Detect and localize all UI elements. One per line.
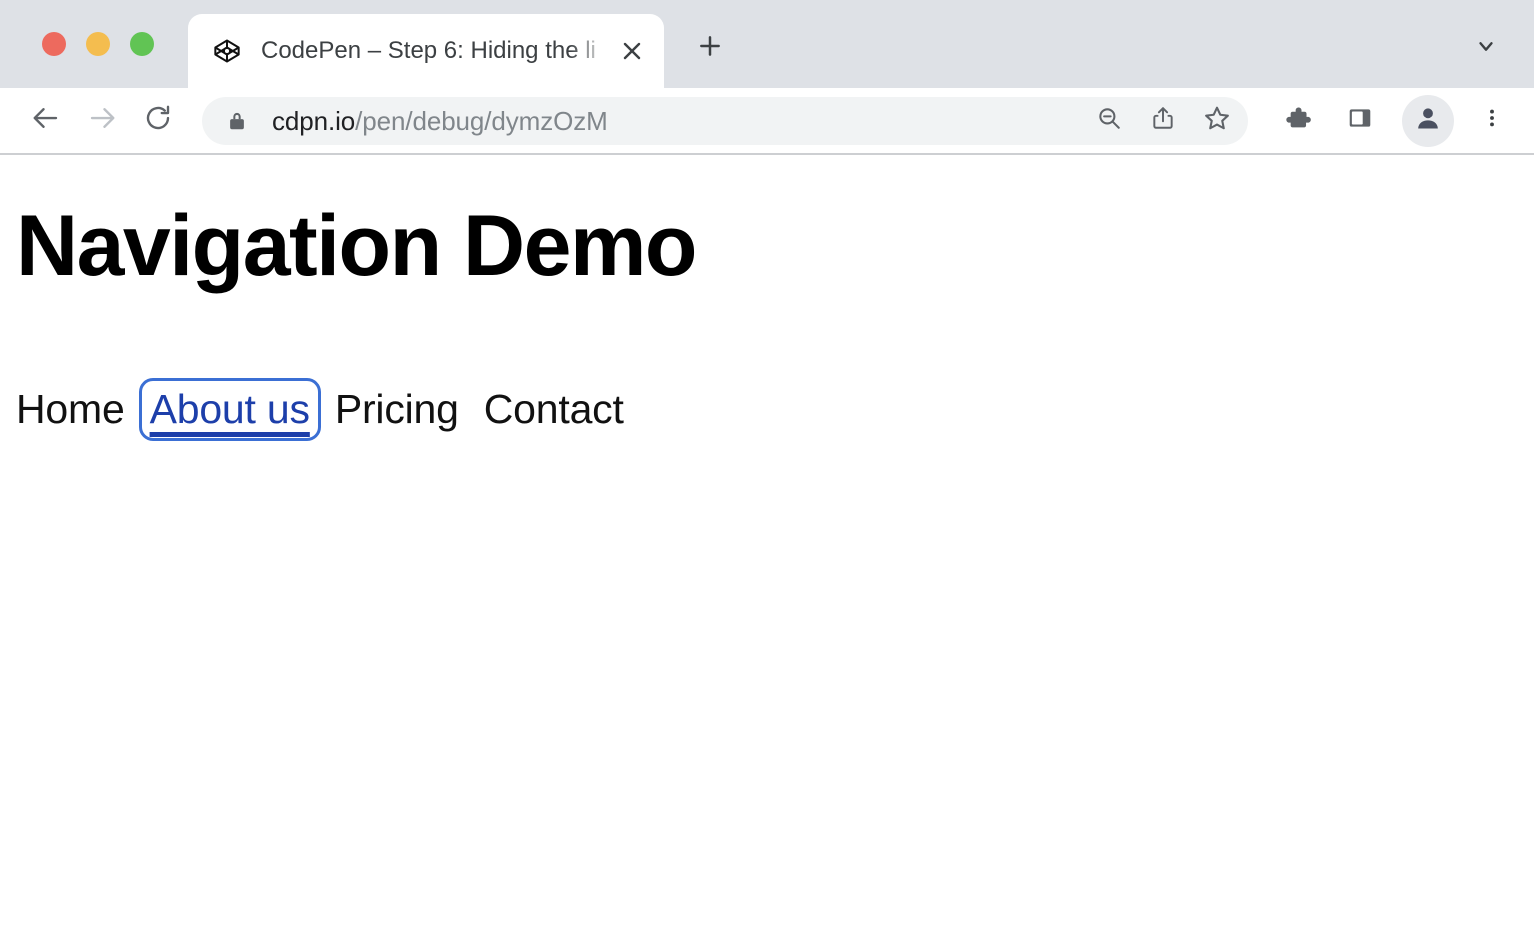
bookmark-button[interactable] <box>1192 96 1242 146</box>
close-window-button[interactable] <box>42 32 66 56</box>
nav-link-about-us[interactable]: About us <box>150 389 310 430</box>
forward-button[interactable] <box>74 93 130 149</box>
tab-title: CodePen – Step 6: Hiding the li <box>261 36 608 66</box>
reload-icon <box>143 103 173 138</box>
back-arrow-icon <box>31 103 61 138</box>
codepen-logo-icon <box>212 36 242 66</box>
profile-button[interactable] <box>1402 95 1454 147</box>
side-panel-icon <box>1347 105 1373 136</box>
browser-window: CodePen – Step 6: Hiding the li <box>0 0 1534 950</box>
extensions-button[interactable] <box>1272 95 1324 147</box>
maximize-window-button[interactable] <box>130 32 154 56</box>
page-title: Navigation Demo <box>16 203 696 289</box>
side-panel-button[interactable] <box>1334 95 1386 147</box>
address-bar[interactable]: cdpn.io/pen/debug/dymzOzM <box>202 97 1248 145</box>
window-controls <box>42 32 154 56</box>
reload-button[interactable] <box>130 93 186 149</box>
nav-link-pricing[interactable]: Pricing <box>335 389 459 430</box>
new-tab-button[interactable] <box>684 22 736 74</box>
lock-icon[interactable] <box>226 110 248 132</box>
url-text: cdpn.io/pen/debug/dymzOzM <box>272 106 1080 136</box>
browser-menu-button[interactable] <box>1468 95 1516 147</box>
star-icon <box>1203 104 1231 137</box>
three-dot-menu-icon <box>1481 105 1503 136</box>
nav-link-contact[interactable]: Contact <box>484 389 624 430</box>
back-button[interactable] <box>18 93 74 149</box>
share-icon <box>1150 105 1176 136</box>
plus-icon <box>697 33 723 64</box>
zoom-out-button[interactable] <box>1084 96 1134 146</box>
profile-avatar-icon <box>1414 104 1442 137</box>
chevron-down-icon <box>1475 35 1497 62</box>
main-navigation: Home About us Pricing Contact <box>16 389 624 430</box>
forward-arrow-icon <box>87 103 117 138</box>
close-icon[interactable] <box>608 27 656 75</box>
url-domain: cdpn.io <box>272 106 355 136</box>
tab-strip: CodePen – Step 6: Hiding the li <box>0 0 1534 88</box>
page-viewport: Navigation Demo Home About us Pricing Co… <box>0 155 1534 950</box>
tab-search-button[interactable] <box>1462 24 1510 72</box>
browser-tab[interactable]: CodePen – Step 6: Hiding the li <box>188 14 664 88</box>
puzzle-piece-icon <box>1284 104 1312 137</box>
url-path: /pen/debug/dymzOzM <box>355 106 608 136</box>
minimize-window-button[interactable] <box>86 32 110 56</box>
zoom-out-icon <box>1096 105 1122 136</box>
share-button[interactable] <box>1138 96 1188 146</box>
browser-toolbar: cdpn.io/pen/debug/dymzOzM <box>0 88 1534 155</box>
nav-link-home[interactable]: Home <box>16 389 125 430</box>
